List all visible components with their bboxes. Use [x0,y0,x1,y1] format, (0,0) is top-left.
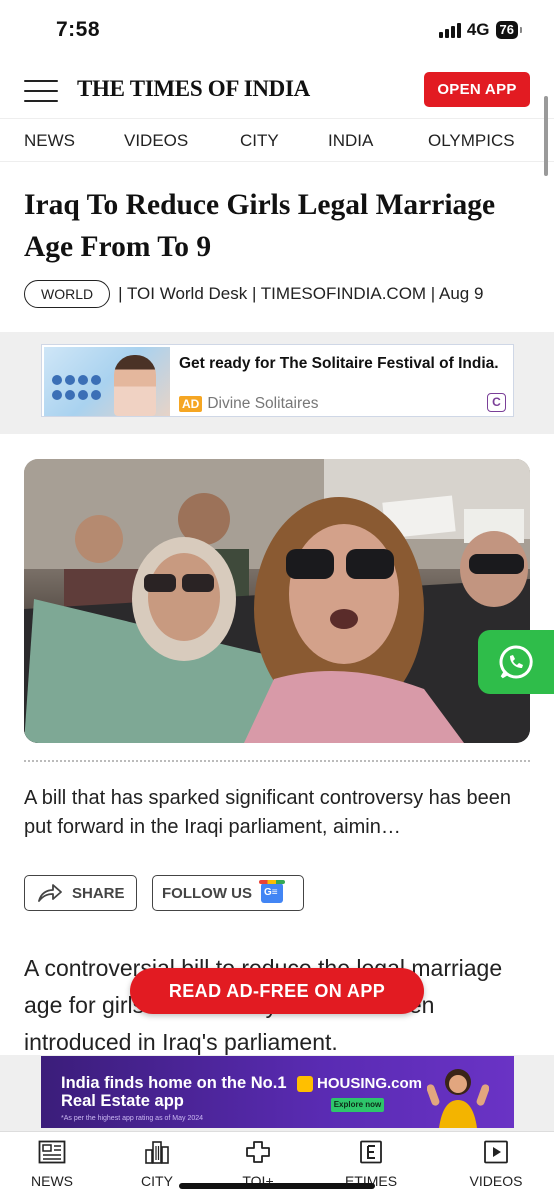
hamburger-menu-icon[interactable] [24,80,58,102]
tab-news-label: NEWS [31,1173,73,1189]
byline-text: | TOI World Desk | TIMESOFINDIA.COM | Au… [118,284,484,303]
city-buildings-icon [145,1141,169,1164]
video-play-icon [484,1140,508,1164]
status-indicators: 4G 76 [438,20,523,40]
article-headline: Iraq To Reduce Girls Legal Marriage Age … [24,189,496,263]
tab-toi-plus[interactable]: TOI+ [218,1140,298,1189]
tab-videos-label: VIDEOS [469,1173,523,1189]
nav-item-videos[interactable]: VIDEOS [124,131,188,151]
top-ad-container: Get ready for The Solitaire Festival of … [0,332,554,434]
battery-icon: 76 [495,21,523,39]
whatsapp-share-icon[interactable] [478,630,554,694]
follow-us-button[interactable]: FOLLOW US G≡ [152,875,304,911]
google-news-icon: G≡ [259,880,285,903]
newspaper-icon [38,1140,66,1164]
share-button[interactable]: SHARE [24,875,137,911]
toi-plus-icon [246,1141,270,1163]
tab-city[interactable]: CITY [117,1140,197,1189]
status-time: 7:58 [56,18,101,41]
etimes-icon [360,1140,382,1164]
article-byline: WORLD | TOI World Desk | TIMESOFINDIA.CO… [24,278,554,310]
article-hero-image[interactable] [24,459,530,743]
ad-badge: AD [179,396,203,412]
nav-item-india[interactable]: INDIA [328,131,373,151]
follow-label: FOLLOW US [162,884,252,902]
scrollbar[interactable] [544,96,548,176]
nav-item-city[interactable]: CITY [240,131,279,151]
section-nav: NEWS VIDEOS CITY INDIA OLYMPICS [0,118,554,162]
network-type: 4G [466,20,490,39]
solitaire-ad[interactable]: Get ready for The Solitaire Festival of … [41,344,514,417]
status-bar: 7:58 4G 76 [0,0,554,62]
ad-sponsor: AD Divine Solitaires [179,395,318,413]
nav-item-olympics[interactable]: OLYMPICS [428,131,515,151]
site-logo[interactable]: THE TIMES OF INDIA [77,76,310,102]
housing-ad-footnote: *As per the highest app rating as of May… [61,1115,204,1122]
share-label: SHARE [72,884,125,902]
home-indicator[interactable] [179,1183,375,1189]
tab-videos[interactable]: VIDEOS [456,1140,536,1189]
ad-sponsor-name: Divine Solitaires [207,395,319,412]
housing-explore-button[interactable]: Explore now [331,1098,384,1112]
share-arrow-icon [38,884,62,902]
divider [24,760,530,762]
tab-etimes[interactable]: ETIMES [331,1140,411,1189]
housing-logo-icon [297,1075,313,1092]
section-tag-world[interactable]: WORLD [24,280,111,308]
housing-ad-banner[interactable]: India finds home on the No.1 Real Estate… [41,1056,514,1128]
ad-choices-icon[interactable]: C [487,393,506,412]
housing-brand: HOUSING.com [317,1075,423,1092]
ad-thumbnail-image [44,347,170,416]
cellular-signal-icon [438,22,461,38]
ad-title: Get ready for The Solitaire Festival of … [179,355,499,372]
tab-news[interactable]: NEWS [12,1140,92,1189]
housing-logo: HOUSING.com [297,1075,422,1092]
open-app-button[interactable]: OPEN APP [424,72,530,107]
bottom-tab-bar: NEWS CITY TOI+ ETIMES VIDEOS [0,1131,554,1200]
ad-person-image [427,1069,489,1128]
site-header: THE TIMES OF INDIA OPEN APP [0,62,554,118]
nav-item-news[interactable]: NEWS [24,131,75,151]
housing-ad-headline: India finds home on the No.1 Real Estate… [61,1074,287,1110]
read-ad-free-button[interactable]: READ AD-FREE ON APP [130,968,424,1014]
article-summary: A bill that has sparked significant cont… [24,787,511,838]
